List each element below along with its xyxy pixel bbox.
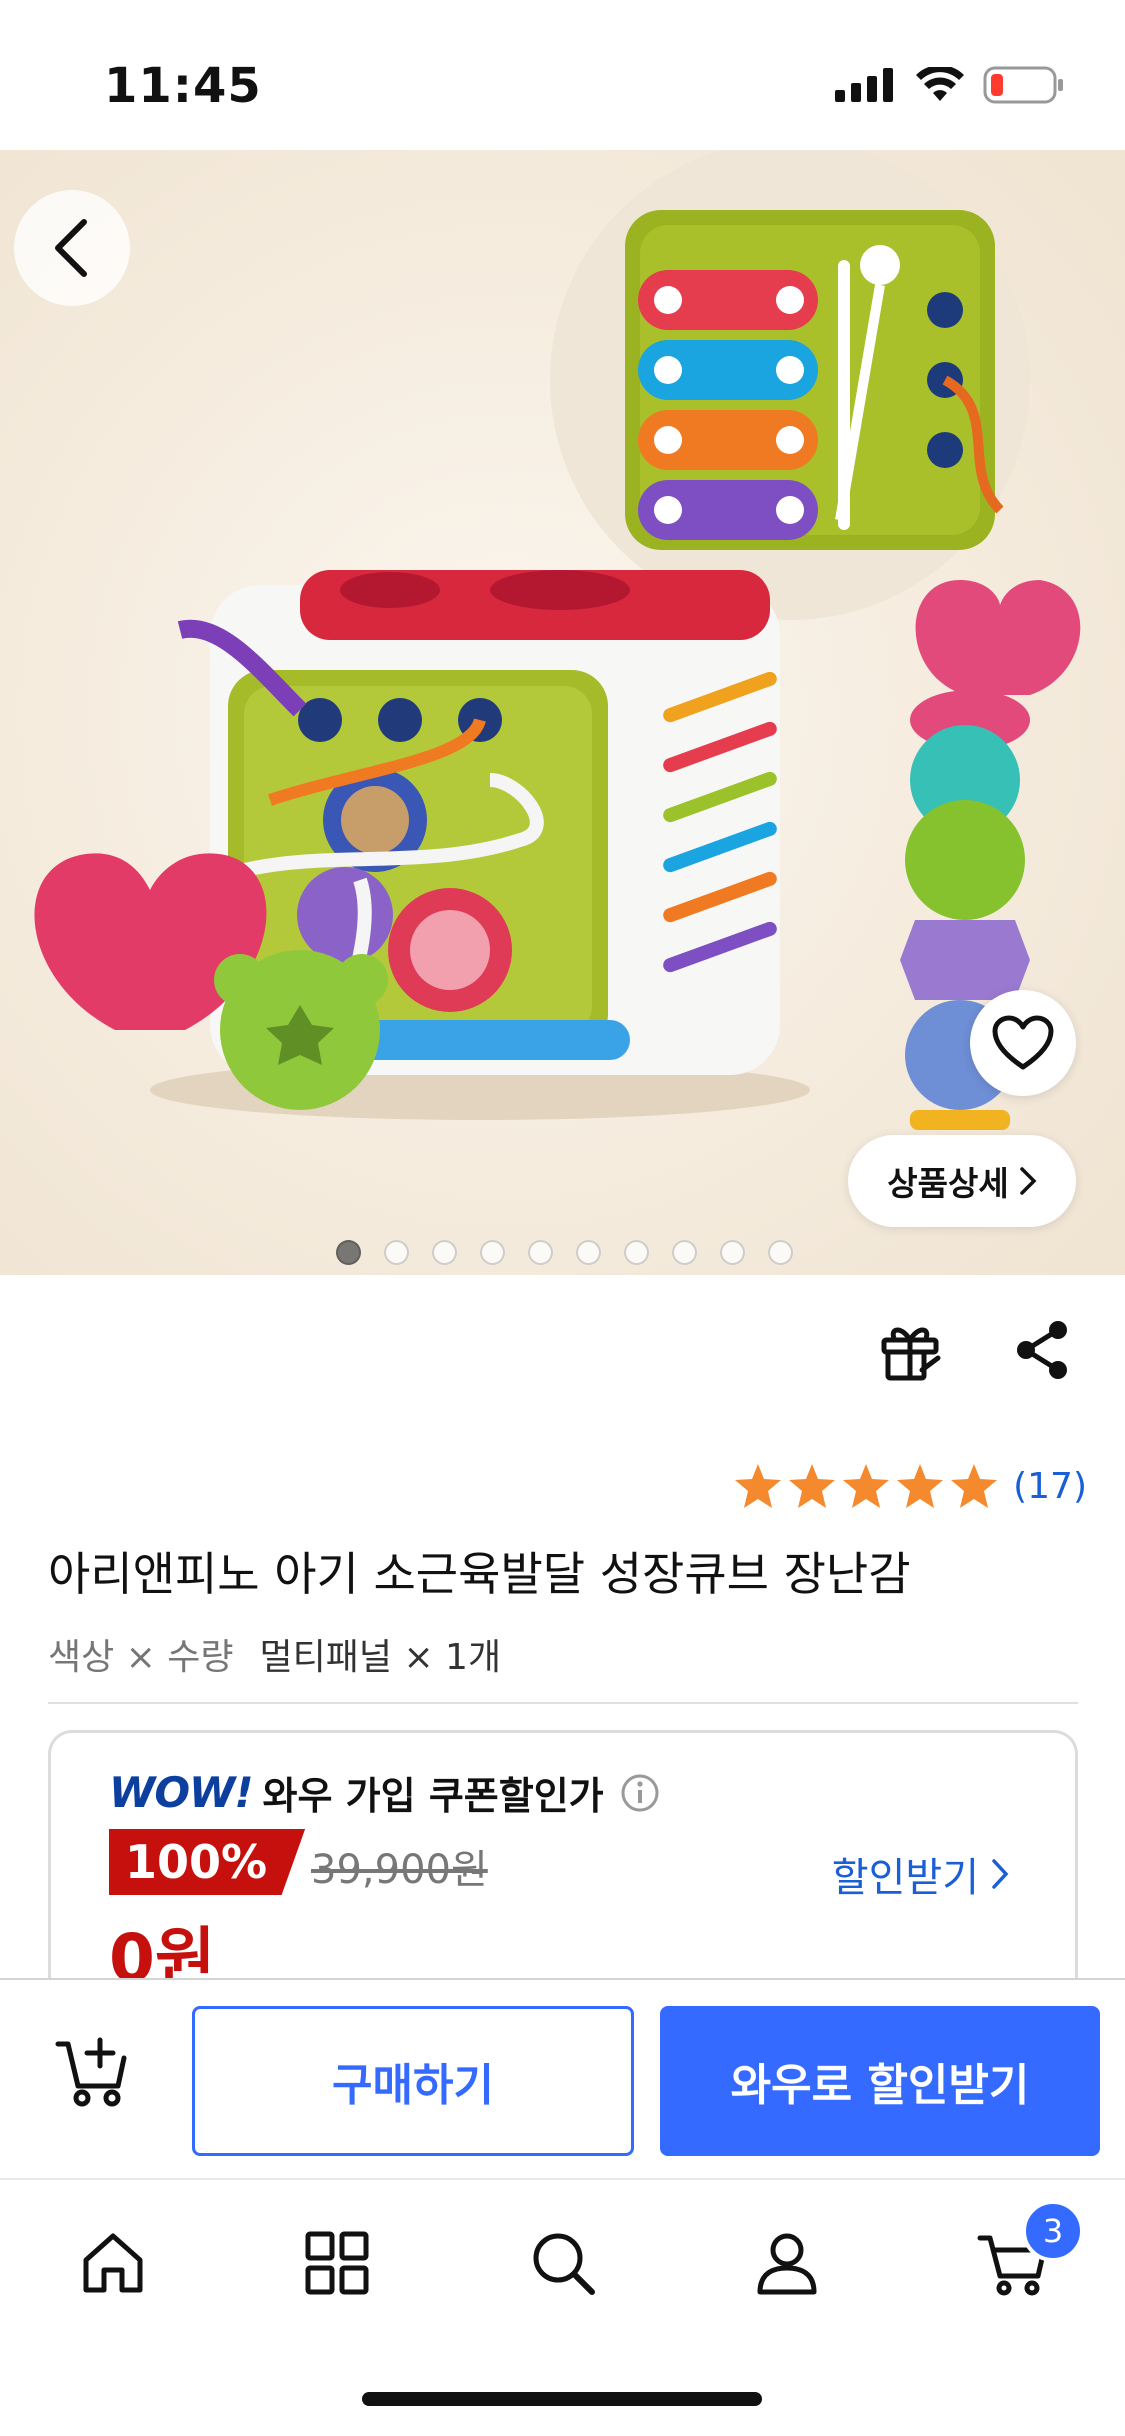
wow-logo: WOW!	[109, 1768, 254, 1817]
home-icon	[83, 2233, 143, 2293]
carousel-dot[interactable]	[768, 1240, 793, 1265]
purchase-bar: 구매하기 와우로 할인받기	[0, 1978, 1125, 2178]
heart-icon	[992, 1015, 1054, 1070]
carousel-dot[interactable]	[672, 1240, 697, 1265]
product-title: 아리앤피노 아기 소근육발달 성장큐브 장난감	[48, 1547, 911, 1601]
buy-button[interactable]: 구매하기	[192, 2006, 634, 2156]
product-detail-label: 상품상세	[887, 1164, 1009, 1203]
wow-discount-button[interactable]: 와우로 할인받기	[660, 2006, 1100, 2156]
discount-badge: 100%	[109, 1829, 306, 1895]
rating-stars	[733, 1462, 999, 1510]
product-detail-button[interactable]: 상품상세	[848, 1135, 1076, 1227]
status-icons	[835, 66, 1065, 104]
star-icon	[735, 1464, 782, 1508]
carousel-dot[interactable]	[432, 1240, 457, 1265]
chevron-right-icon	[992, 1859, 1009, 1889]
divider	[48, 1702, 1078, 1704]
share-icon[interactable]	[1012, 1318, 1072, 1382]
info-icon[interactable]	[620, 1773, 660, 1813]
star-icon	[897, 1464, 944, 1508]
product-image-carousel[interactable]: 상품상세	[0, 150, 1125, 1275]
search-icon	[533, 2233, 595, 2295]
carousel-dot[interactable]	[720, 1240, 745, 1265]
wifi-icon	[916, 67, 964, 101]
user-icon	[757, 2233, 817, 2295]
status-time: 11:45	[104, 58, 262, 114]
home-indicator	[362, 2392, 762, 2406]
star-icon	[843, 1464, 890, 1508]
option-selector[interactable]: 색상 × 수량 멀티패널 × 1개	[48, 1628, 501, 1680]
wow-coupon-card: WOW! 와우 가입 쿠폰할인가 100% 39,900원 0원 할인받기	[48, 1730, 1078, 1990]
carousel-dot[interactable]	[480, 1240, 505, 1265]
status-bar: 11:45	[0, 0, 1125, 150]
star-icon	[951, 1464, 998, 1508]
favorite-button[interactable]	[970, 990, 1076, 1096]
get-discount-label: 할인받기	[831, 1855, 979, 1901]
gift-icon[interactable]	[878, 1318, 942, 1382]
back-button[interactable]	[14, 190, 130, 306]
tab-my-account[interactable]	[742, 2218, 832, 2308]
star-icon	[789, 1464, 836, 1508]
rating[interactable]: (17)	[733, 1462, 1087, 1510]
grid-icon	[305, 2231, 369, 2295]
chevron-right-icon	[1019, 1167, 1037, 1195]
carousel-dot[interactable]	[576, 1240, 601, 1265]
carousel-dot[interactable]	[336, 1240, 361, 1265]
wow-coupon-header: WOW! 와우 가입 쿠폰할인가	[109, 1765, 660, 1820]
tab-categories[interactable]	[292, 2218, 382, 2308]
get-discount-link[interactable]: 할인받기	[832, 1845, 1009, 1903]
wow-coupon-text: 와우 가입 쿠폰할인가	[262, 1774, 604, 1818]
product-photo	[0, 150, 1125, 1275]
carousel-dot[interactable]	[624, 1240, 649, 1265]
add-to-cart-icon[interactable]	[54, 2032, 134, 2112]
chevron-left-icon	[55, 219, 87, 277]
option-label: 색상 × 수량	[48, 1637, 234, 1678]
original-price: 39,900원	[311, 1847, 488, 1893]
tab-search[interactable]	[518, 2218, 608, 2308]
signal-icon	[835, 68, 893, 102]
tab-home[interactable]	[68, 2218, 158, 2308]
carousel-indicator	[336, 1240, 793, 1265]
option-value: 멀티패널 × 1개	[259, 1637, 502, 1678]
carousel-dot[interactable]	[528, 1240, 553, 1265]
cart-count-badge: 3	[1022, 2200, 1084, 2262]
carousel-dot[interactable]	[384, 1240, 409, 1265]
battery-icon	[983, 66, 1063, 104]
review-count[interactable]: (17)	[1013, 1466, 1087, 1507]
